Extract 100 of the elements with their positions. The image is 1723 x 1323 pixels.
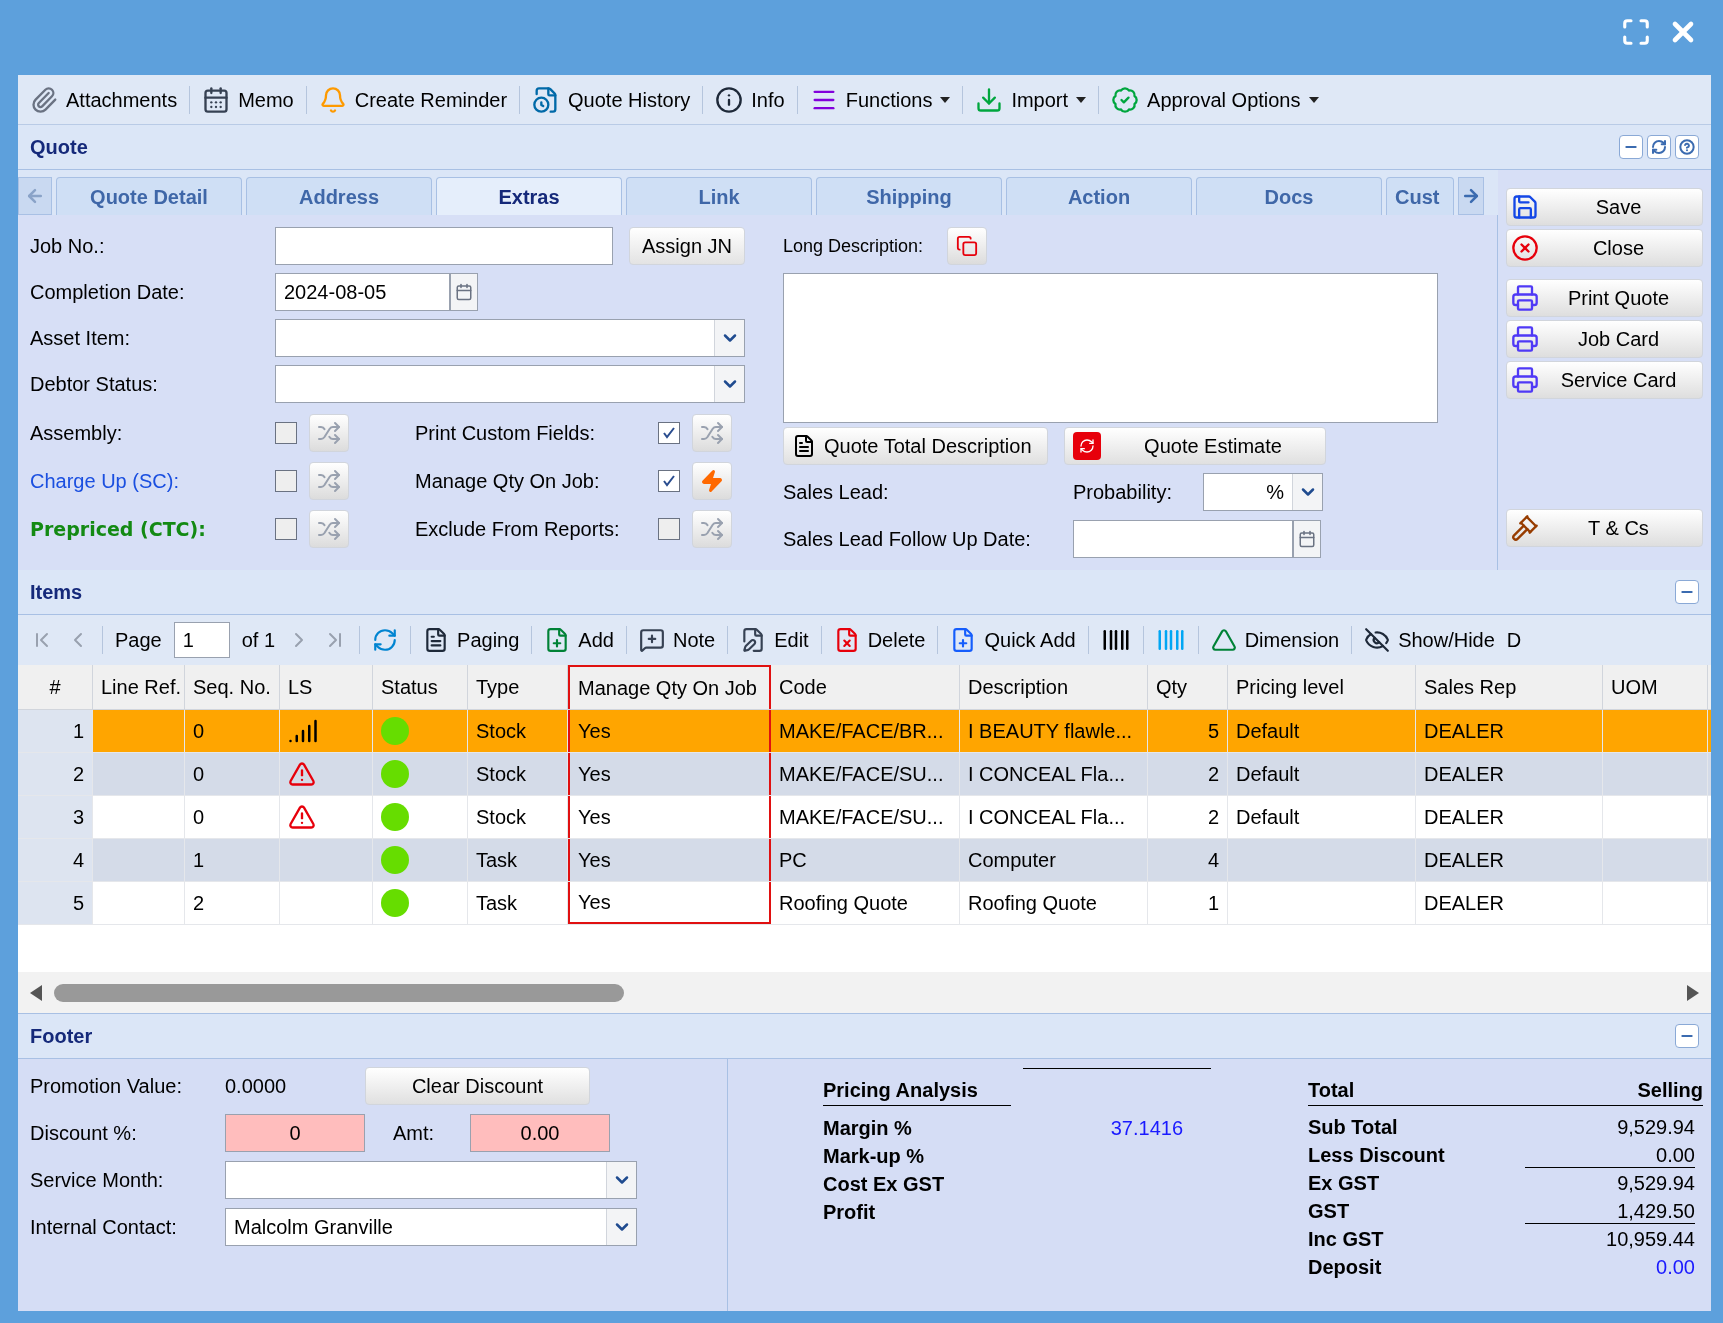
column-header[interactable]: # (18, 665, 93, 709)
shuffle-icon[interactable] (317, 421, 341, 445)
help-icon[interactable] (1679, 139, 1695, 155)
input-field[interactable] (275, 227, 613, 265)
clear-discount-button[interactable]: Clear Discount (365, 1067, 590, 1105)
toolbar-button[interactable]: Edit (740, 625, 809, 655)
toolbar-button[interactable]: Show/Hide (1364, 625, 1495, 655)
table-cell-text: DEALER (1424, 891, 1505, 916)
side-button[interactable]: Close (1506, 229, 1703, 267)
toolbar-button[interactable]: Info (711, 84, 789, 115)
dropdown-field[interactable] (225, 1161, 637, 1199)
checkbox[interactable] (275, 518, 297, 540)
field-label: Exclude From Reports: (415, 517, 621, 542)
toolbar-button[interactable]: Delete (833, 625, 926, 655)
table-cell-text: Roofing Quote (968, 891, 1097, 916)
tick-icon (662, 474, 676, 488)
amount-field[interactable]: 0.00 (470, 1114, 610, 1152)
close-icon (1511, 234, 1539, 262)
shuffle-icon[interactable] (317, 469, 341, 493)
dropdown-field[interactable] (275, 319, 745, 357)
toolbar-button[interactable]: Quote History (528, 84, 695, 115)
column-header[interactable]: Description (960, 665, 1148, 709)
toolbar-button[interactable]: Approval Options (1107, 84, 1323, 115)
date-field[interactable] (1073, 520, 1293, 558)
assign-button[interactable]: Assign JN (629, 227, 746, 265)
toolbar-button[interactable]: Import (971, 84, 1091, 115)
total-label: GST (1308, 1199, 1350, 1224)
tab[interactable]: Shipping (816, 177, 1002, 215)
toolbar-button[interactable]: Dimension (1210, 625, 1340, 655)
action-button[interactable]: Quote Estimate (1064, 427, 1326, 465)
toolbar-button[interactable]: Attachments (26, 84, 182, 115)
scroll-right-icon[interactable] (1687, 984, 1699, 1001)
scrollbar-thumb[interactable] (54, 983, 624, 1002)
calendar-icon[interactable] (455, 283, 473, 301)
refresh-icon[interactable] (372, 627, 399, 653)
action-button[interactable]: Quote Total Description (783, 427, 1048, 465)
toolbar-button[interactable]: Quick Add (950, 625, 1076, 655)
table-row[interactable]: 5 2 Task Yes Roofing Quote Roofing Quote 1 DEALER (18, 882, 1711, 925)
shuffle-icon[interactable] (317, 517, 341, 541)
copy-icon[interactable] (956, 235, 979, 257)
dropdown-field[interactable]: % (1203, 473, 1323, 511)
side-button[interactable]: Service Card (1506, 361, 1703, 399)
tab[interactable]: Extras (436, 177, 622, 215)
column-header[interactable]: Qty (1148, 665, 1228, 709)
warning-icon (288, 760, 316, 788)
side-button[interactable]: Save (1506, 188, 1703, 226)
dropdown-field[interactable] (275, 365, 745, 403)
toolbar-button[interactable]: Add (544, 625, 614, 655)
shuffle-icon[interactable] (700, 421, 724, 445)
checkbox[interactable] (658, 518, 680, 540)
table-cell-text: 4 (72, 848, 84, 873)
checkbox[interactable] (275, 422, 297, 444)
scroll-left-icon[interactable] (30, 984, 42, 1001)
toolbar-button[interactable]: Functions (805, 84, 955, 115)
tab[interactable]: Address (246, 177, 432, 215)
toolbar-button[interactable]: Note (638, 625, 716, 655)
page-field[interactable]: 1 (173, 622, 230, 658)
column-header[interactable]: Sales Rep (1416, 665, 1603, 709)
table-cell-text: Default (1236, 762, 1300, 787)
column-header[interactable]: Pricing level (1228, 665, 1416, 709)
table-row[interactable]: 2 0 Stock Yes MAKE/FACE/SU... I CONCEAL Fla... 2 Default DEALER (18, 753, 1711, 796)
calendar-icon[interactable] (1298, 530, 1316, 548)
tab[interactable]: Link (626, 177, 812, 215)
tab[interactable]: Action (1006, 177, 1192, 215)
table-cell-text: Roofing Quote (779, 891, 908, 916)
checkbox[interactable] (275, 470, 297, 492)
table-row[interactable]: 4 1 Task Yes PC Computer 4 DEALER (18, 839, 1711, 882)
toolbar-button[interactable]: Memo (198, 84, 298, 115)
date-field[interactable]: 2024-08-05 (275, 273, 450, 311)
column-header[interactable]: Type (468, 665, 568, 709)
checkbox[interactable] (658, 422, 680, 444)
side-button[interactable]: Print Quote (1506, 279, 1703, 317)
dropdown-field[interactable]: Malcolm Granville (225, 1208, 637, 1246)
table-row[interactable]: 3 0 Stock Yes MAKE/FACE/SU... I CONCEAL Fla... 2 Default DEALER (18, 796, 1711, 839)
fullscreen-icon[interactable] (1621, 16, 1651, 47)
scroll-right-icon[interactable] (1461, 186, 1481, 206)
table-cell-text: Stock (476, 805, 527, 830)
checkbox[interactable] (658, 470, 680, 492)
side-button[interactable]: Job Card (1506, 320, 1703, 358)
refresh-icon[interactable] (1651, 139, 1667, 155)
column-header[interactable]: Code (771, 665, 960, 709)
total-label: Less Discount (1308, 1143, 1445, 1168)
column-header[interactable]: LS (280, 665, 373, 709)
column-header[interactable]: UOM (1603, 665, 1708, 709)
column-header[interactable]: Seq. No. (185, 665, 280, 709)
shuffle-icon[interactable] (700, 517, 724, 541)
lightning-icon[interactable] (700, 469, 724, 493)
toolbar-button[interactable]: Create Reminder (314, 84, 512, 115)
toolbar-button[interactable]: Paging (423, 625, 520, 655)
tab[interactable]: Docs (1196, 177, 1382, 215)
side-button[interactable]: T & Cs (1506, 509, 1703, 547)
table-cell-text: 2 (72, 762, 84, 787)
toolbar-button[interactable]: D (1506, 625, 1522, 655)
table-cell-text: 1 (72, 719, 84, 744)
tab[interactable]: Quote Detail (56, 177, 242, 215)
column-header[interactable]: Status (373, 665, 468, 709)
discount-field[interactable]: 0 (225, 1114, 365, 1152)
table-row[interactable]: 1 0 Stock Yes MAKE/FACE/BR... I BEAUTY flawle... 5 Default DEALER (18, 710, 1711, 753)
column-header[interactable]: Line Ref. (93, 665, 185, 709)
tab[interactable]: Cust (1386, 177, 1454, 215)
